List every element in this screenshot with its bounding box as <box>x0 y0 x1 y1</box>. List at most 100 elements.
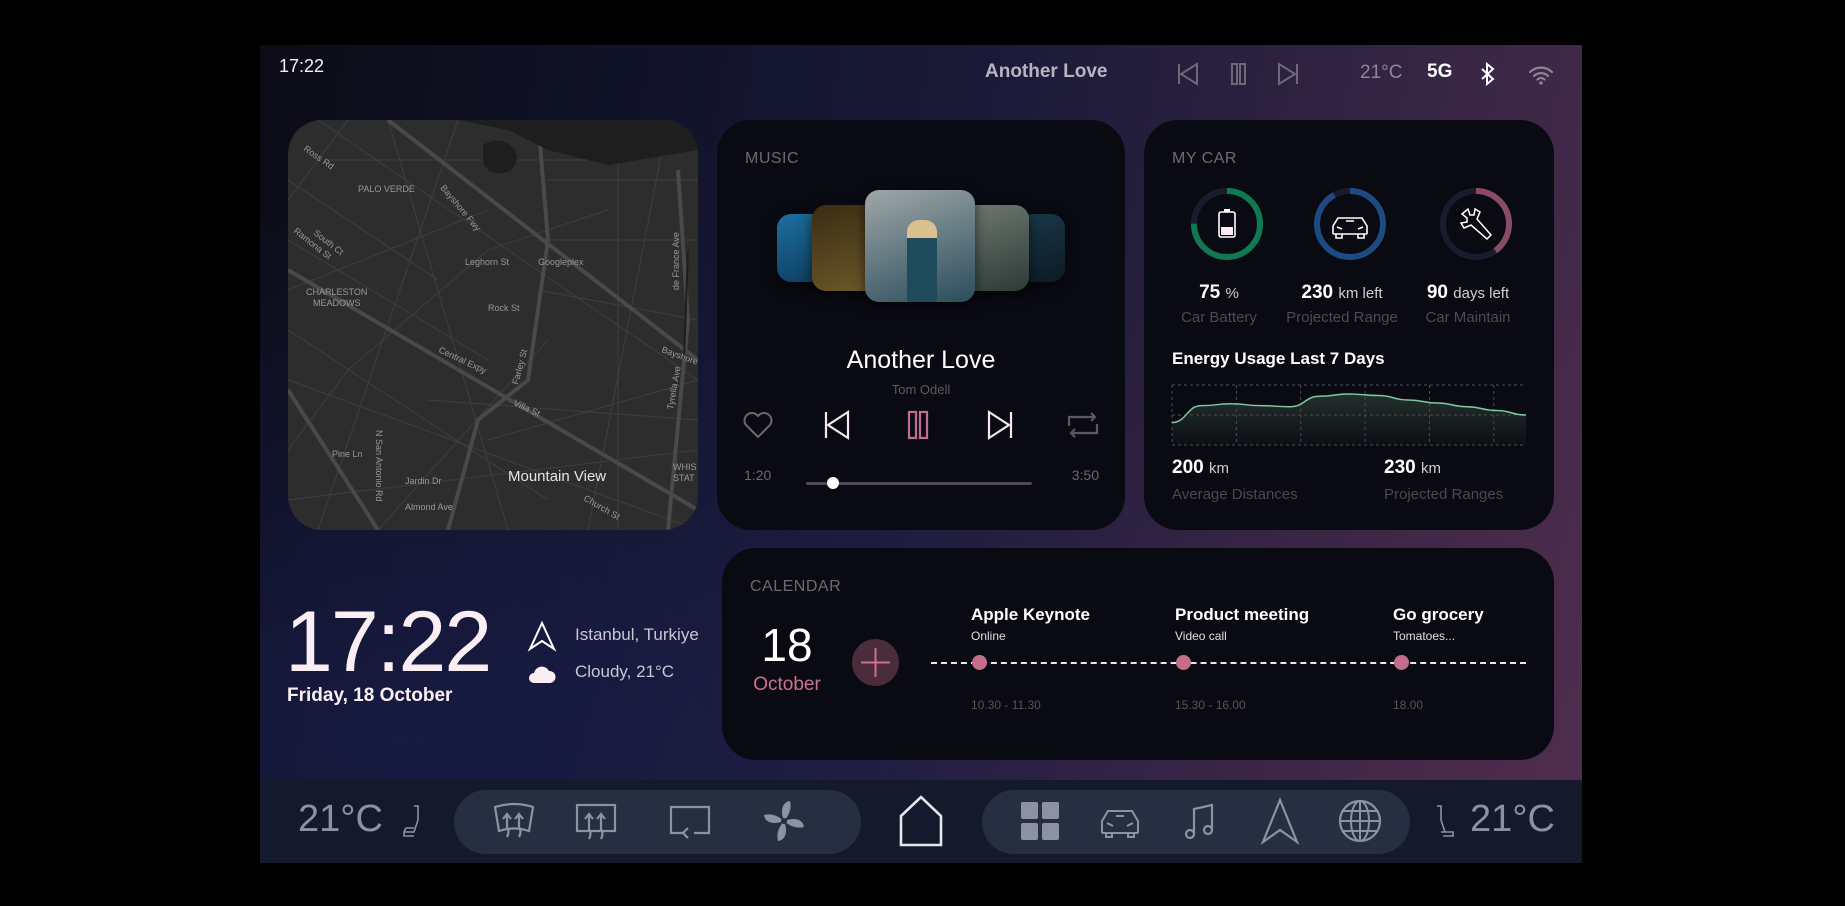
event-subtitle: Video call <box>1175 629 1227 643</box>
gauge-value: 75 % <box>1149 282 1289 304</box>
projected-range-label: Projected Ranges <box>1384 486 1504 503</box>
gauge-number: 75 <box>1199 282 1221 303</box>
map-label: WHIS <box>673 462 697 472</box>
stat-number: 200 <box>1172 457 1204 478</box>
stat-unit: km <box>1208 460 1229 477</box>
apps-grid-icon[interactable] <box>1016 797 1064 845</box>
event-title: Go grocery <box>1393 605 1484 624</box>
car-dashboard-screen: 17:22 Another Love 21°C 5G Ross Rd PALO … <box>260 45 1582 863</box>
pause-button[interactable] <box>907 410 929 440</box>
map-label: MEADOWS <box>313 298 361 308</box>
plus-icon <box>861 648 890 677</box>
map-label: Rock St <box>488 303 520 313</box>
passenger-temperature[interactable]: 21°C <box>1470 798 1555 841</box>
previous-icon[interactable] <box>1175 61 1201 87</box>
progress-knob[interactable] <box>827 477 840 489</box>
add-event-button[interactable] <box>852 639 899 686</box>
car-icon[interactable] <box>1096 797 1144 845</box>
event-subtitle: Online <box>971 629 1006 643</box>
driver-temperature[interactable]: 21°C <box>298 798 383 841</box>
map-label: CHARLESTON <box>306 287 367 297</box>
heart-icon[interactable] <box>742 410 774 440</box>
music-icon[interactable] <box>1176 797 1224 845</box>
event-marker[interactable] <box>972 655 987 670</box>
calendar-event[interactable]: Apple Keynote Online <box>971 605 1090 643</box>
navigation-map[interactable]: Ross Rd PALO VERDE Bayshore Fwy South Ct… <box>288 120 698 530</box>
calendar-event[interactable]: Go grocery Tomatoes... <box>1393 605 1484 643</box>
wifi-icon[interactable] <box>1528 65 1554 85</box>
location-arrow-icon <box>527 620 557 652</box>
map-label: Leghorn St <box>465 257 510 267</box>
energy-area <box>1172 394 1526 445</box>
wrench-icon <box>1459 207 1493 241</box>
calendar-day: 18 <box>761 619 813 671</box>
seat-heater-right-icon[interactable] <box>1433 804 1455 840</box>
map-label: Jardin Dr <box>405 476 442 486</box>
map-roads: Ross Rd PALO VERDE Bayshore Fwy South Ct… <box>288 120 698 530</box>
gauge-unit: % <box>1225 285 1239 302</box>
map-label: Church St <box>582 493 622 522</box>
gauge-number: 90 <box>1426 282 1448 303</box>
event-marker[interactable] <box>1176 655 1191 670</box>
gauge-label: Car Battery <box>1181 309 1257 326</box>
gauge-fill <box>1314 188 1386 260</box>
event-title: Apple Keynote <box>971 605 1091 624</box>
pause-icon[interactable] <box>1225 61 1251 87</box>
gauge-car-battery[interactable] <box>1189 186 1265 262</box>
average-distance-label: Average Distances <box>1172 486 1298 503</box>
map-label: N San Antonio Rd <box>374 430 384 502</box>
song-title: Another Love <box>846 346 996 374</box>
previous-track-button[interactable] <box>824 409 850 441</box>
map-city-label: Mountain View <box>508 468 606 485</box>
my-car-section-title: MY CAR <box>1172 150 1237 167</box>
status-temperature: 21°C <box>1360 62 1403 83</box>
average-distance-value: 200 km <box>1172 457 1229 479</box>
home-icon[interactable] <box>898 794 944 848</box>
rear-defrost-icon[interactable] <box>572 797 620 845</box>
date-label: Friday, 18 October <box>287 685 453 706</box>
energy-chart <box>1171 384 1527 446</box>
event-time: 10.30 - 11.30 <box>971 698 1041 712</box>
air-recirculation-icon[interactable] <box>666 797 714 845</box>
progress-bar[interactable] <box>806 477 1032 489</box>
map-label: Ross Rd <box>302 143 336 171</box>
now-playing-title[interactable]: Another Love <box>985 61 1107 83</box>
event-marker[interactable] <box>1394 655 1409 670</box>
map-label: Almond Ave <box>405 502 453 512</box>
globe-icon[interactable] <box>1336 797 1384 845</box>
event-time: 18.00 <box>1393 698 1424 712</box>
status-time: 17:22 <box>279 56 325 76</box>
gauge-unit: km left <box>1338 285 1383 302</box>
next-icon[interactable] <box>1275 61 1301 87</box>
car-icon <box>1332 217 1368 239</box>
network-indicator: 5G <box>1427 61 1453 82</box>
gauge-car-maintain[interactable] <box>1438 186 1514 262</box>
next-track-button[interactable] <box>987 409 1013 441</box>
map-label: Pine Ln <box>332 449 363 459</box>
cloud-icon <box>529 666 556 683</box>
cover-figure <box>907 220 937 302</box>
location-label: Istanbul, Turkiye <box>575 625 699 644</box>
navigation-icon[interactable] <box>1256 797 1304 846</box>
timeline <box>931 662 1526 664</box>
gauge-value: 230 km left <box>1272 282 1412 304</box>
my-car-card: MY CAR 75 % Car Battery 230 km left Projec… <box>1144 120 1554 530</box>
repeat-icon[interactable] <box>1067 410 1099 440</box>
map-label: de France Ave <box>671 232 681 290</box>
bluetooth-icon[interactable] <box>1480 61 1496 87</box>
gauge-unit: days left <box>1453 285 1510 302</box>
front-defrost-icon[interactable] <box>490 797 538 845</box>
stat-unit: km <box>1420 460 1441 477</box>
fan-icon[interactable] <box>760 797 808 845</box>
map-label: Villa St <box>512 398 542 419</box>
event-subtitle: Tomatoes... <box>1393 629 1456 643</box>
gauge-projected-range[interactable] <box>1312 186 1388 262</box>
calendar-event[interactable]: Product meeting Video call <box>1175 605 1309 643</box>
tom-odell-cover[interactable] <box>865 190 975 302</box>
track-duration: 3:50 <box>1071 467 1099 483</box>
gauge-label: Projected Range <box>1286 309 1398 326</box>
seat-heater-left-icon[interactable] <box>400 804 422 840</box>
event-title: Product meeting <box>1175 605 1310 624</box>
gauge-number: 230 <box>1301 282 1334 303</box>
music-card: MUSIC Another Love Tom Odell 1:20 3:50 <box>717 120 1125 530</box>
